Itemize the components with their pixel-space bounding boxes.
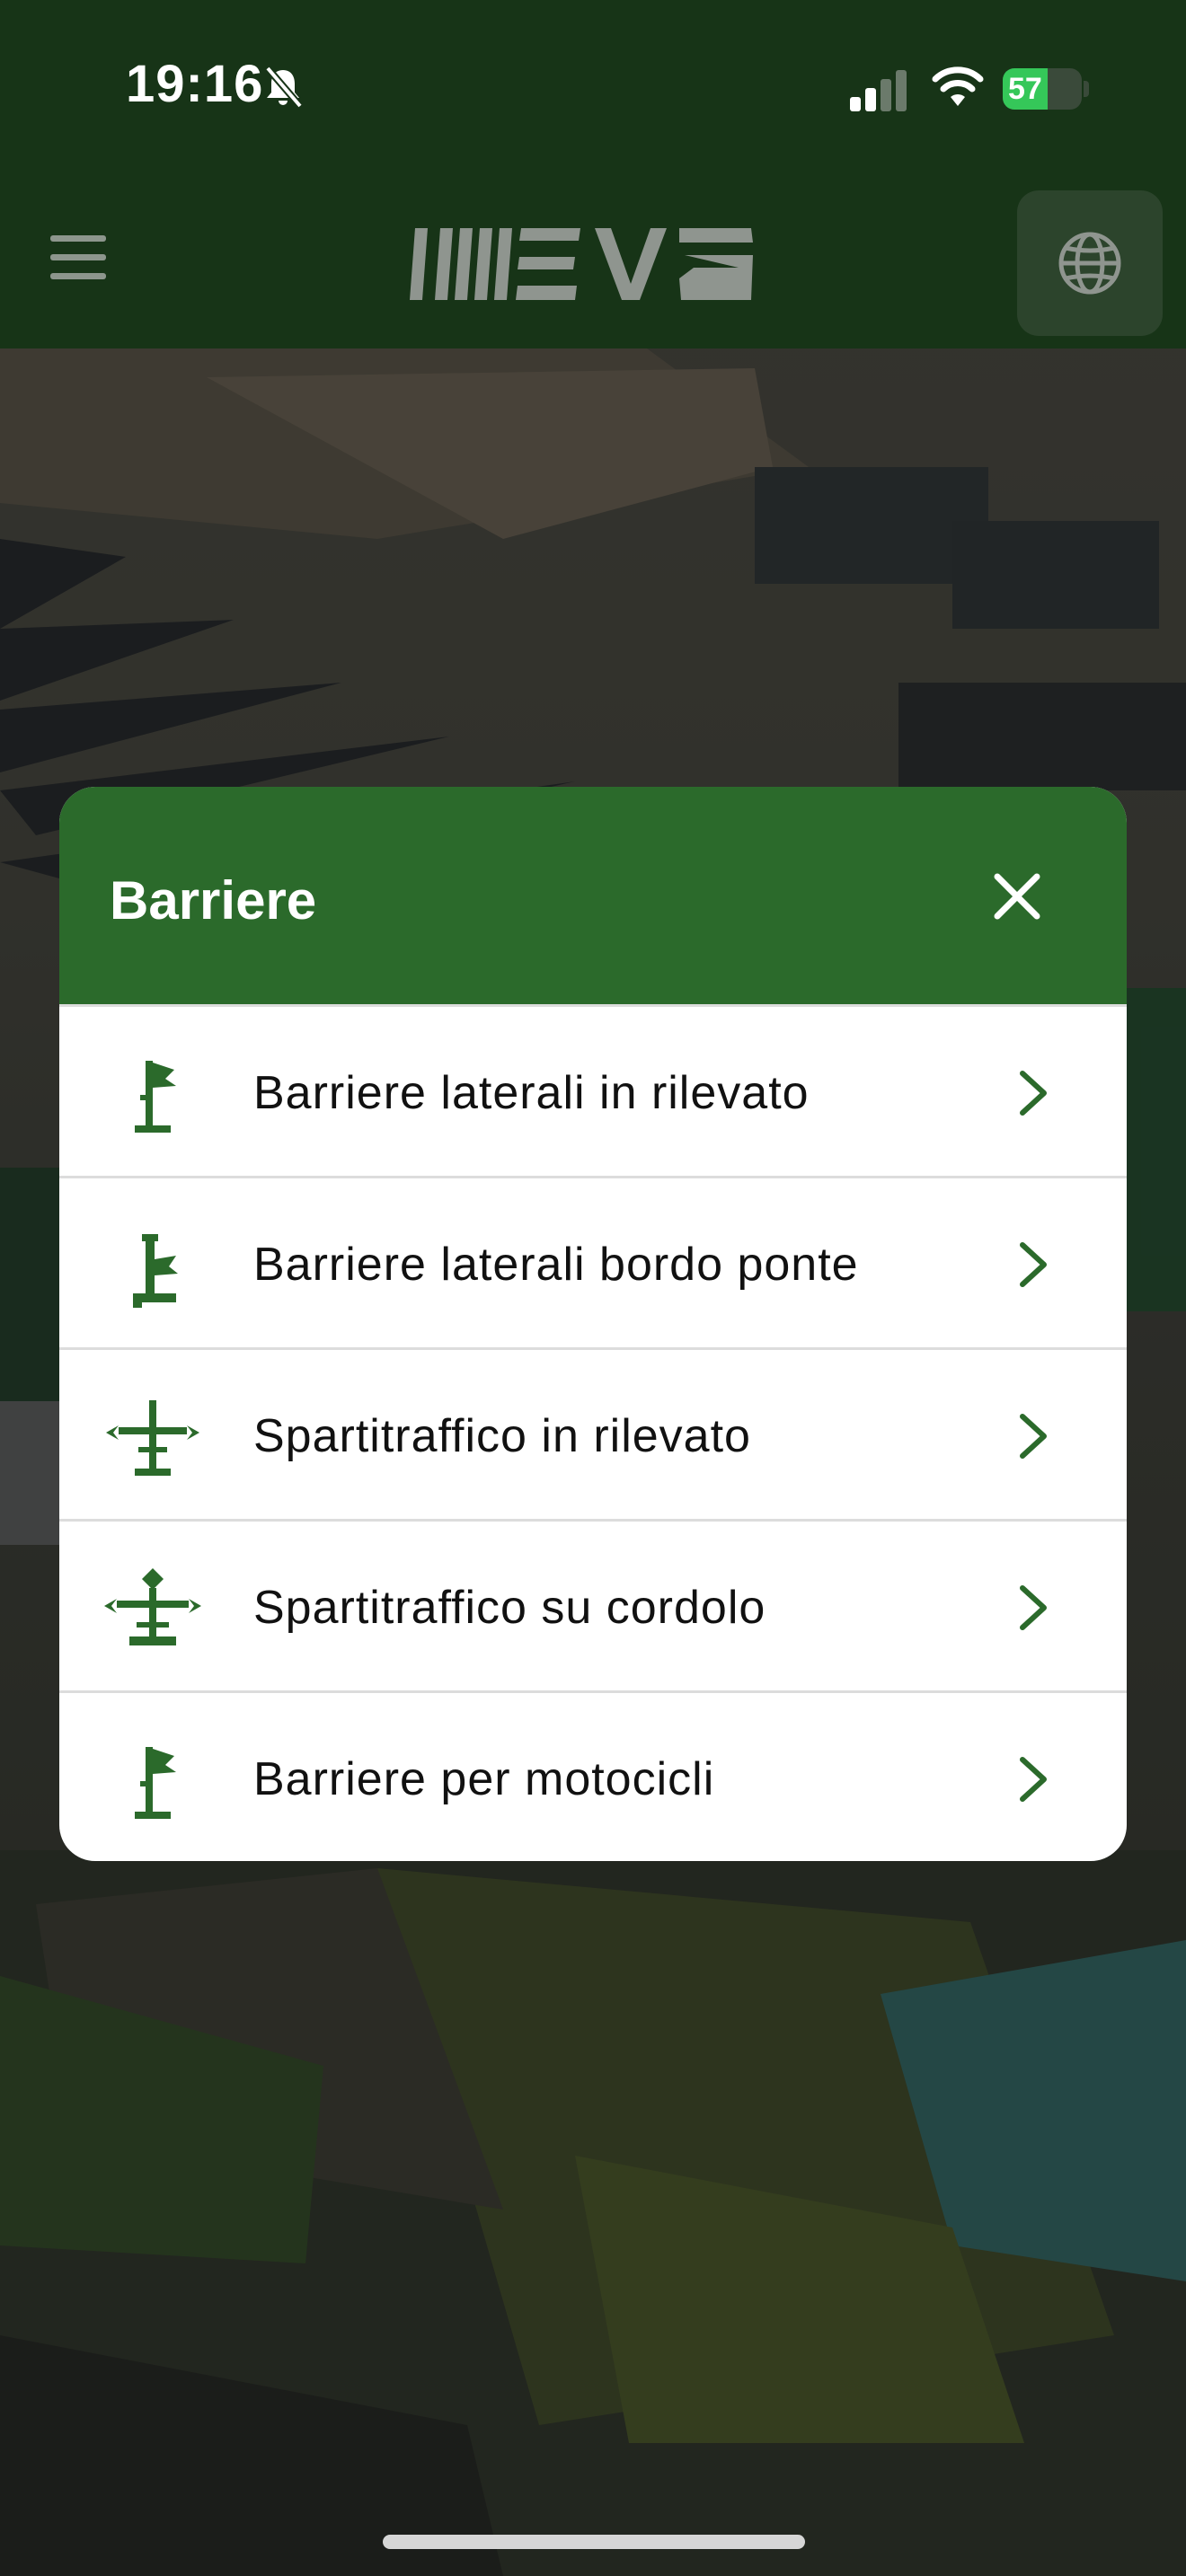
chevron-right-icon [1020, 1757, 1047, 1802]
chevron-right-icon [1020, 1414, 1047, 1459]
battery-indicator: 57 [1003, 68, 1089, 110]
imeva-logo [410, 228, 753, 300]
item-label: Spartitraffico in rilevato [253, 1410, 751, 1462]
item-label: Barriere laterali in rilevato [253, 1067, 810, 1119]
globe-icon [1058, 232, 1121, 295]
hamburger-icon [50, 235, 106, 242]
chevron-right-icon [1020, 1071, 1047, 1116]
side-barrier-embankment-icon [135, 1061, 176, 1133]
modal-title: Barriere [110, 870, 317, 931]
list-item-barriere-laterali-bordo-ponte[interactable]: Barriere laterali bordo ponte [59, 1176, 1127, 1347]
close-icon[interactable] [990, 869, 1044, 923]
item-label: Spartitraffico su cordolo [253, 1582, 766, 1634]
battery-percentage: 57 [1008, 72, 1042, 106]
side-barrier-bridge-icon [133, 1234, 178, 1308]
app-header: 19:16 57 [0, 0, 1186, 348]
median-kerb-icon [104, 1568, 201, 1645]
list-item-spartitraffico-cordolo[interactable]: Spartitraffico su cordolo [59, 1519, 1127, 1690]
menu-button[interactable] [50, 235, 115, 286]
wifi-icon [932, 66, 984, 106]
item-label: Barriere laterali bordo ponte [253, 1239, 859, 1291]
list-item-barriere-laterali-rilevato[interactable]: Barriere laterali in rilevato [59, 1004, 1127, 1176]
median-embankment-icon [106, 1400, 199, 1476]
status-time: 19:16 [126, 55, 264, 113]
language-button[interactable] [1017, 190, 1163, 336]
list-item-spartitraffico-rilevato[interactable]: Spartitraffico in rilevato [59, 1347, 1127, 1519]
home-indicator[interactable] [383, 2535, 805, 2549]
motorcycle-barrier-icon [135, 1747, 176, 1819]
modal-header: Barriere [59, 787, 1127, 1004]
list-item-barriere-motocicli[interactable]: Barriere per motocicli [59, 1690, 1127, 1861]
bell-muted-icon [264, 66, 304, 109]
chevron-right-icon [1020, 1242, 1047, 1287]
item-label: Barriere per motocicli [253, 1753, 715, 1805]
cellular-signal-icon [850, 70, 907, 111]
barriers-modal: Barriere Barriere laterali in rilevato B… [59, 787, 1127, 1861]
chevron-right-icon [1020, 1585, 1047, 1630]
